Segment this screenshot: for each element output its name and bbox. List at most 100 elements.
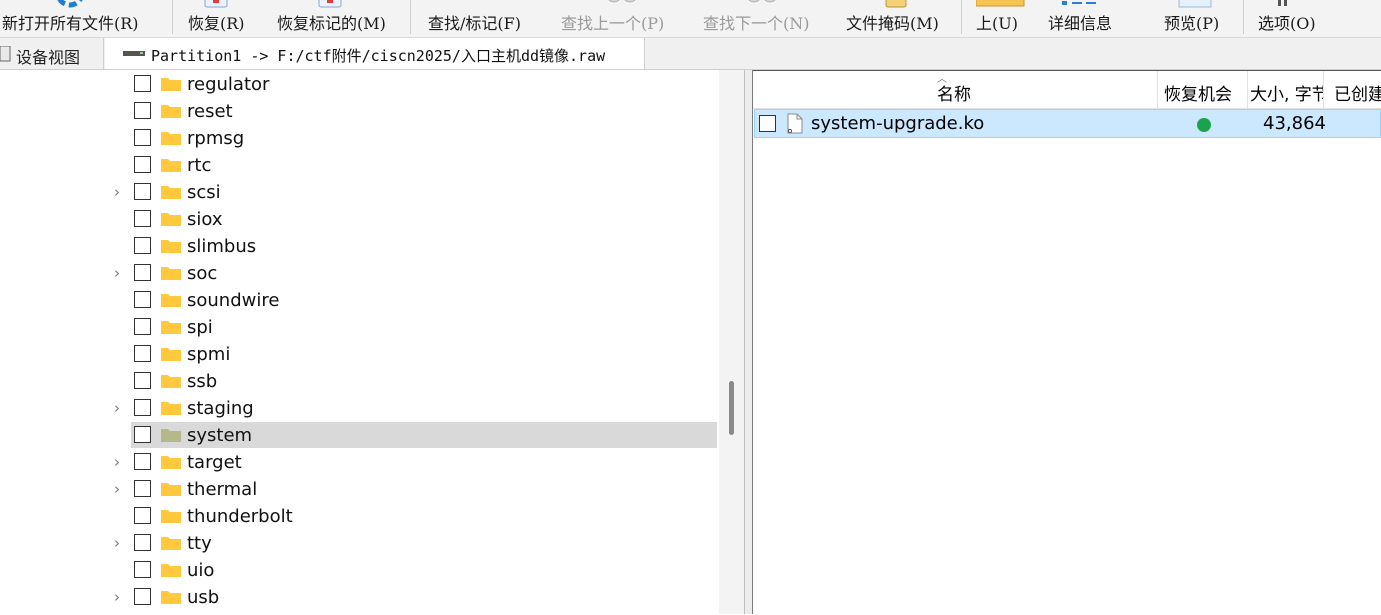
file-name: system-upgrade.ko bbox=[811, 113, 985, 134]
tree-scrollbar-thumb[interactable] bbox=[729, 381, 734, 435]
details-button[interactable]: 详细信息 bbox=[1040, 0, 1126, 37]
tree-item[interactable]: › usb bbox=[0, 584, 718, 611]
tree-item[interactable]: ssb bbox=[0, 368, 718, 395]
find-previous-button[interactable]: 查找上一个(P) bbox=[552, 0, 684, 37]
toolbar-separator bbox=[961, 0, 962, 34]
folder-icon bbox=[161, 483, 181, 496]
tree-item-label: soundwire bbox=[187, 290, 280, 311]
tree-item[interactable]: › tty bbox=[0, 530, 718, 557]
tree-item[interactable]: spmi bbox=[0, 341, 718, 368]
tree-item-label: spi bbox=[187, 317, 213, 338]
folder-icon bbox=[161, 402, 181, 415]
view-tabs: 设备视图 Partition1 -> F:/ctf附件/ciscn2025/入口… bbox=[0, 38, 1381, 70]
tree-item-checkbox[interactable] bbox=[134, 237, 151, 254]
pane-splitter[interactable] bbox=[744, 70, 753, 614]
tree-item-checkbox[interactable] bbox=[134, 534, 151, 551]
tree-item-checkbox[interactable] bbox=[134, 291, 151, 308]
chevron-right-icon[interactable]: › bbox=[114, 185, 128, 200]
chevron-right-icon[interactable]: › bbox=[114, 401, 128, 416]
tree-item-label: uio bbox=[187, 560, 215, 581]
find-icon bbox=[470, 0, 490, 9]
tree-item[interactable]: › scsi bbox=[0, 179, 718, 206]
column-header-created[interactable]: 已创建 bbox=[1324, 71, 1381, 108]
tree-item-checkbox[interactable] bbox=[134, 345, 151, 362]
folder-tree[interactable]: regulator reset rpmsg rtc › scsi siox slimbus › s… bbox=[0, 70, 718, 614]
chevron-right-icon[interactable]: › bbox=[114, 482, 128, 497]
tree-item[interactable]: reset bbox=[0, 98, 718, 125]
file-list[interactable]: ︿ 名称 恢复机会 大小, 字节 已创建 system-upgrade.ko 4… bbox=[753, 70, 1381, 615]
tree-item-checkbox[interactable] bbox=[134, 129, 151, 146]
options-button[interactable]: 选项(O) bbox=[1250, 0, 1330, 37]
tree-item-label: target bbox=[187, 452, 242, 473]
tree-scrollbar[interactable] bbox=[719, 70, 744, 614]
file-checkbox[interactable] bbox=[759, 115, 776, 132]
tree-item-checkbox[interactable] bbox=[134, 318, 151, 335]
tree-item-checkbox[interactable] bbox=[134, 156, 151, 173]
folder-icon bbox=[161, 186, 181, 199]
tree-item-checkbox[interactable] bbox=[134, 264, 151, 281]
folder-icon bbox=[161, 348, 181, 361]
recover-button[interactable]: 恢复(R) bbox=[178, 0, 258, 37]
folder-icon bbox=[161, 321, 181, 334]
tree-item-checkbox[interactable] bbox=[134, 588, 151, 605]
chevron-right-icon[interactable]: › bbox=[114, 536, 128, 551]
recover-marked-icon bbox=[318, 0, 342, 8]
tree-item-label: staging bbox=[187, 398, 254, 419]
find-mark-button[interactable]: 查找/标记(F) bbox=[420, 0, 544, 37]
folder-up-icon bbox=[976, 0, 1025, 7]
up-button[interactable]: 上(U) bbox=[968, 0, 1030, 37]
tree-item[interactable]: soundwire bbox=[0, 287, 718, 314]
tree-item-label: tty bbox=[187, 533, 212, 554]
open-all-files-button[interactable]: 新打开所有文件(R) bbox=[0, 0, 166, 37]
chevron-right-icon[interactable]: › bbox=[114, 455, 128, 470]
tree-item[interactable]: uio bbox=[0, 557, 718, 584]
find-next-button[interactable]: 查找下一个(N) bbox=[694, 0, 826, 37]
tree-item-checkbox[interactable] bbox=[134, 480, 151, 497]
tree-item-checkbox[interactable] bbox=[134, 507, 151, 524]
binoculars-icon bbox=[608, 0, 636, 3]
tree-item[interactable]: › thermal bbox=[0, 476, 718, 503]
tree-item[interactable]: system bbox=[0, 422, 718, 449]
tree-item[interactable]: slimbus bbox=[0, 233, 718, 260]
file-mask-button[interactable]: 文件掩码(M) bbox=[838, 0, 950, 37]
file-row[interactable]: system-upgrade.ko 43,864 bbox=[754, 109, 1381, 138]
tree-item[interactable]: rpmsg bbox=[0, 125, 718, 152]
tree-item-checkbox[interactable] bbox=[134, 210, 151, 227]
preview-icon bbox=[1178, 0, 1212, 8]
tree-item-checkbox[interactable] bbox=[134, 426, 151, 443]
recover-marked-button[interactable]: 恢复标记的(M) bbox=[268, 0, 406, 37]
tree-item-checkbox[interactable] bbox=[134, 183, 151, 200]
list-header: ︿ 名称 恢复机会 大小, 字节 已创建 bbox=[753, 71, 1381, 109]
tree-item-checkbox[interactable] bbox=[134, 102, 151, 119]
file-icon bbox=[787, 113, 803, 134]
tree-item[interactable]: rtc bbox=[0, 152, 718, 179]
tree-item[interactable]: spi bbox=[0, 314, 718, 341]
chevron-right-icon[interactable]: › bbox=[114, 590, 128, 605]
tree-item-checkbox[interactable] bbox=[134, 75, 151, 92]
tab-device-view[interactable]: 设备视图 bbox=[0, 38, 104, 69]
options-icon bbox=[1278, 0, 1287, 6]
column-header-size[interactable]: 大小, 字节 bbox=[1248, 71, 1324, 108]
tree-item-checkbox[interactable] bbox=[134, 399, 151, 416]
preview-button[interactable]: 预览(P) bbox=[1156, 0, 1234, 37]
chevron-right-icon[interactable]: › bbox=[114, 266, 128, 281]
tree-item[interactable]: regulator bbox=[0, 71, 718, 98]
tree-item-checkbox[interactable] bbox=[134, 561, 151, 578]
tree-item[interactable]: › target bbox=[0, 449, 718, 476]
folder-icon bbox=[161, 537, 181, 550]
folder-icon bbox=[161, 456, 181, 469]
binoculars-icon bbox=[748, 0, 776, 3]
tree-item[interactable]: › staging bbox=[0, 395, 718, 422]
tab-partition[interactable]: Partition1 -> F:/ctf附件/ciscn2025/入口主机dd镜… bbox=[105, 38, 645, 69]
tree-item[interactable]: thunderbolt bbox=[0, 503, 718, 530]
column-header-name[interactable]: ︿ 名称 bbox=[753, 71, 1158, 108]
folder-icon bbox=[161, 591, 181, 604]
toolbar-separator bbox=[172, 0, 173, 34]
folder-icon bbox=[161, 510, 181, 523]
tree-item-checkbox[interactable] bbox=[134, 372, 151, 389]
tree-item-checkbox[interactable] bbox=[134, 453, 151, 470]
tree-item[interactable]: › soc bbox=[0, 260, 718, 287]
column-header-recover-chance[interactable]: 恢复机会 bbox=[1158, 71, 1248, 108]
tree-item[interactable]: siox bbox=[0, 206, 718, 233]
recover-icon bbox=[204, 0, 228, 8]
